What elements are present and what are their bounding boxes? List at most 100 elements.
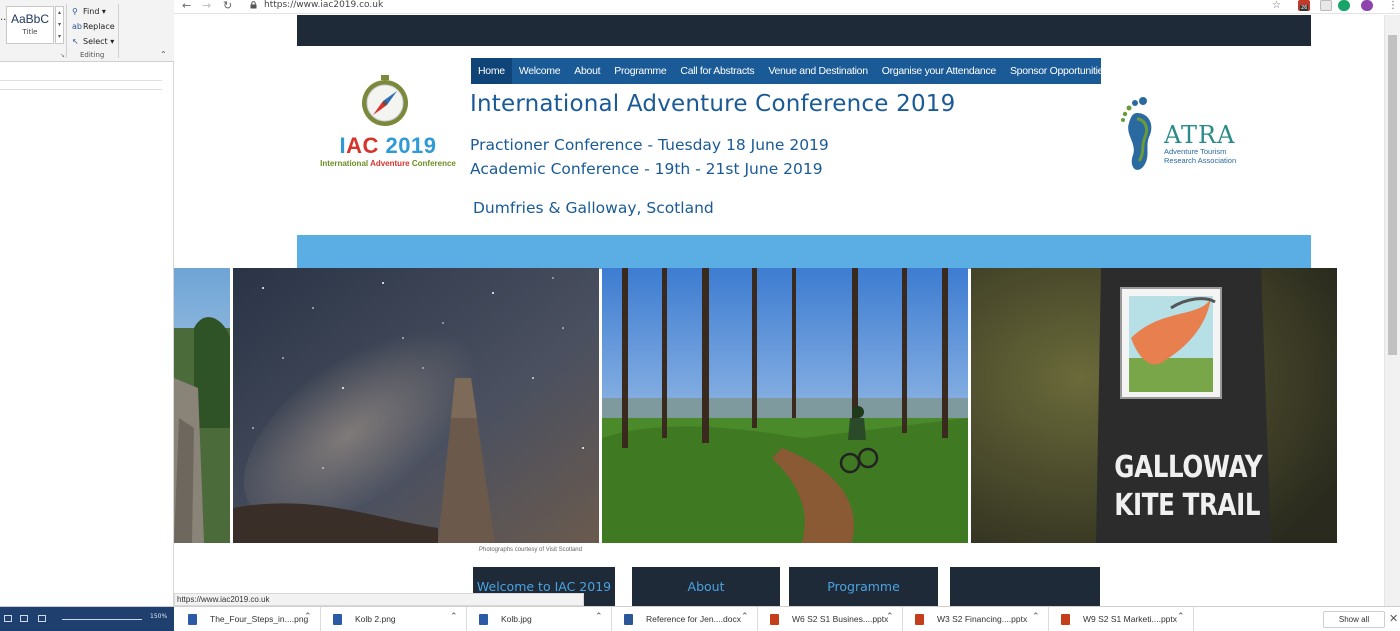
word-status-bar: 150% xyxy=(0,607,174,631)
nav-about[interactable]: About xyxy=(567,58,607,84)
nav-contact-us[interactable]: Contact Us xyxy=(1115,58,1178,84)
atra-logo-word: ATRA xyxy=(1164,121,1236,149)
word-window-panel: ... AaBbC Title ▴ ▾ ▾ ⚲ Find ▾ abReplace ↖ S… xyxy=(0,0,174,606)
photo-strip: GALLOWAY KITE TRAIL xyxy=(174,268,1400,543)
dialog-launcher-icon[interactable]: ↘ xyxy=(60,52,65,59)
download-item[interactable]: The_Four_Steps_in....png ⌃ xyxy=(180,607,321,631)
link-status-bubble: https://www.iac2019.co.uk xyxy=(174,593,584,606)
ribbon-separator xyxy=(66,4,67,58)
extension-pdf-icon[interactable] xyxy=(1320,0,1332,11)
find-label: Find xyxy=(83,7,100,16)
footprint-icon xyxy=(1121,97,1152,170)
replace-label: Replace xyxy=(83,22,115,31)
scrollbar-thumb[interactable] xyxy=(1388,35,1397,355)
style-gallery-scroll[interactable]: ▴ ▾ ▾ xyxy=(55,6,64,44)
download-item[interactable]: W3 S2 Financing....pptx ⌃ xyxy=(907,607,1049,631)
chevron-up-icon[interactable]: ⌃ xyxy=(1032,612,1040,622)
download-item[interactable]: Kolb.jpg ⌃ xyxy=(471,607,612,631)
powerpoint-file-icon xyxy=(1061,614,1070,625)
iac-logo-subtitle: International Adventure Conference xyxy=(308,159,468,168)
extension-adblock-icon[interactable]: 26 xyxy=(1298,0,1310,11)
logo-title-year: 2019 xyxy=(385,133,437,158)
extension-grammarly-icon[interactable] xyxy=(1338,0,1350,11)
photo-forest-mountain-biker xyxy=(602,268,968,543)
web-layout-icon[interactable] xyxy=(38,615,46,622)
header-top-band xyxy=(297,15,1311,46)
address-bar[interactable]: https://www.iac2019.co.uk xyxy=(264,0,383,11)
zoom-slider[interactable] xyxy=(62,619,142,620)
nav-call-for-abstracts[interactable]: Call for Abstracts xyxy=(673,58,761,84)
close-icon[interactable]: ✕ xyxy=(1389,612,1398,625)
logo-sub-international: International xyxy=(320,159,369,168)
reload-icon[interactable]: ↻ xyxy=(223,0,232,12)
nav-organise-attendance[interactable]: Organise your Attendance xyxy=(875,58,1003,84)
download-item[interactable]: W6 S2 S1 Busines....pptx ⌃ xyxy=(762,607,903,631)
fourth-section-button[interactable] xyxy=(950,567,1100,606)
header-blue-band xyxy=(297,235,1311,269)
replace-icon: ab xyxy=(72,22,82,31)
powerpoint-file-icon xyxy=(770,614,779,625)
nav-sponsor-opportunities[interactable]: Sponsor Opportunities xyxy=(1003,58,1115,84)
download-filename: The_Four_Steps_in....png xyxy=(210,614,309,624)
collapse-ribbon-icon[interactable]: ⌃ xyxy=(160,50,167,59)
atra-sub-line-2: Research Association xyxy=(1164,156,1237,165)
lock-icon xyxy=(250,1,257,9)
practitioner-date: Practioner Conference - Tuesday 18 June … xyxy=(470,136,829,154)
zoom-level[interactable]: 150% xyxy=(150,613,167,620)
ruler xyxy=(0,80,162,90)
editing-group: ⚲ Find ▾ abReplace ↖ Select ▾ xyxy=(72,4,124,49)
download-item[interactable]: Kolb 2.png ⌃ xyxy=(325,607,467,631)
chevron-up-icon[interactable]: ⌃ xyxy=(304,612,312,622)
download-filename: Reference for Jen....docx xyxy=(646,614,741,624)
chevron-up-icon[interactable]: ⌃ xyxy=(450,612,458,622)
select-button[interactable]: ↖ Select ▾ xyxy=(72,34,124,49)
editing-group-label: Editing xyxy=(80,51,105,59)
style-title-tile[interactable]: AaBbC Title xyxy=(6,6,54,44)
atra-logo[interactable]: ATRA Adventure Tourism Research Associati… xyxy=(1119,95,1249,175)
find-icon: ⚲ xyxy=(72,7,78,16)
find-button[interactable]: ⚲ Find ▾ xyxy=(72,4,124,19)
bookmark-star-icon[interactable]: ☆ xyxy=(1272,0,1281,11)
logo-title-ac: AC xyxy=(346,133,379,158)
photo-rocky-landscape xyxy=(174,268,230,543)
browser-toolbar: ← → ↻ https://www.iac2019.co.uk ☆ 26 ⋮ xyxy=(174,0,1400,14)
main-navigation: Home Welcome About Programme Call for Ab… xyxy=(471,58,1171,84)
profile-avatar[interactable] xyxy=(1361,0,1373,11)
nav-home[interactable]: Home xyxy=(471,58,512,84)
download-filename: Kolb 2.png xyxy=(355,614,396,624)
download-filename: W9 S2 S1 Marketi....pptx xyxy=(1083,614,1178,624)
web-page: IAC 2019 International Adventure Confere… xyxy=(174,15,1400,606)
show-all-downloads-button[interactable]: Show all xyxy=(1323,611,1385,628)
extension-badge: 26 xyxy=(1300,5,1309,11)
chevron-up-icon[interactable]: ⌃ xyxy=(595,612,603,622)
forward-icon[interactable]: → xyxy=(202,0,211,12)
select-icon: ↖ xyxy=(72,37,79,46)
replace-button[interactable]: abReplace xyxy=(72,19,124,34)
page-scrollbar[interactable] xyxy=(1384,15,1400,606)
about-button[interactable]: About xyxy=(632,567,780,606)
iac-logo[interactable]: IAC 2019 International Adventure Confere… xyxy=(308,75,468,175)
back-icon[interactable]: ← xyxy=(182,0,191,12)
download-item[interactable]: Reference for Jen....docx ⌃ xyxy=(616,607,758,631)
chrome-menu-icon[interactable]: ⋮ xyxy=(1388,0,1398,11)
style-sample: AaBbC xyxy=(10,12,50,26)
nav-welcome[interactable]: Welcome xyxy=(512,58,567,84)
select-label: Select xyxy=(83,37,108,46)
chevron-up-icon[interactable]: ⌃ xyxy=(1177,612,1185,622)
programme-button[interactable]: Programme xyxy=(789,567,938,606)
print-layout-icon[interactable] xyxy=(20,615,28,622)
download-filename: W6 S2 S1 Busines....pptx xyxy=(792,614,889,624)
chevron-up-icon[interactable]: ⌃ xyxy=(886,612,894,622)
logo-sub-conference: Conference xyxy=(411,159,456,168)
word-ribbon: ... AaBbC Title ▴ ▾ ▾ ⚲ Find ▾ abReplace ↖ S… xyxy=(0,0,174,62)
chevron-up-icon[interactable]: ⌃ xyxy=(741,612,749,622)
image-file-icon xyxy=(188,614,197,625)
photo-night-sky-monument xyxy=(233,268,599,543)
logo-sub-adventure: Adventure xyxy=(370,159,410,168)
word-doc-icon[interactable] xyxy=(4,615,12,622)
download-filename: Kolb.jpg xyxy=(501,614,532,624)
image-file-icon xyxy=(479,614,488,625)
download-item[interactable]: W9 S2 S1 Marketi....pptx ⌃ xyxy=(1053,607,1194,631)
nav-venue-and-destination[interactable]: Venue and Destination xyxy=(761,58,874,84)
nav-programme[interactable]: Programme xyxy=(607,58,673,84)
